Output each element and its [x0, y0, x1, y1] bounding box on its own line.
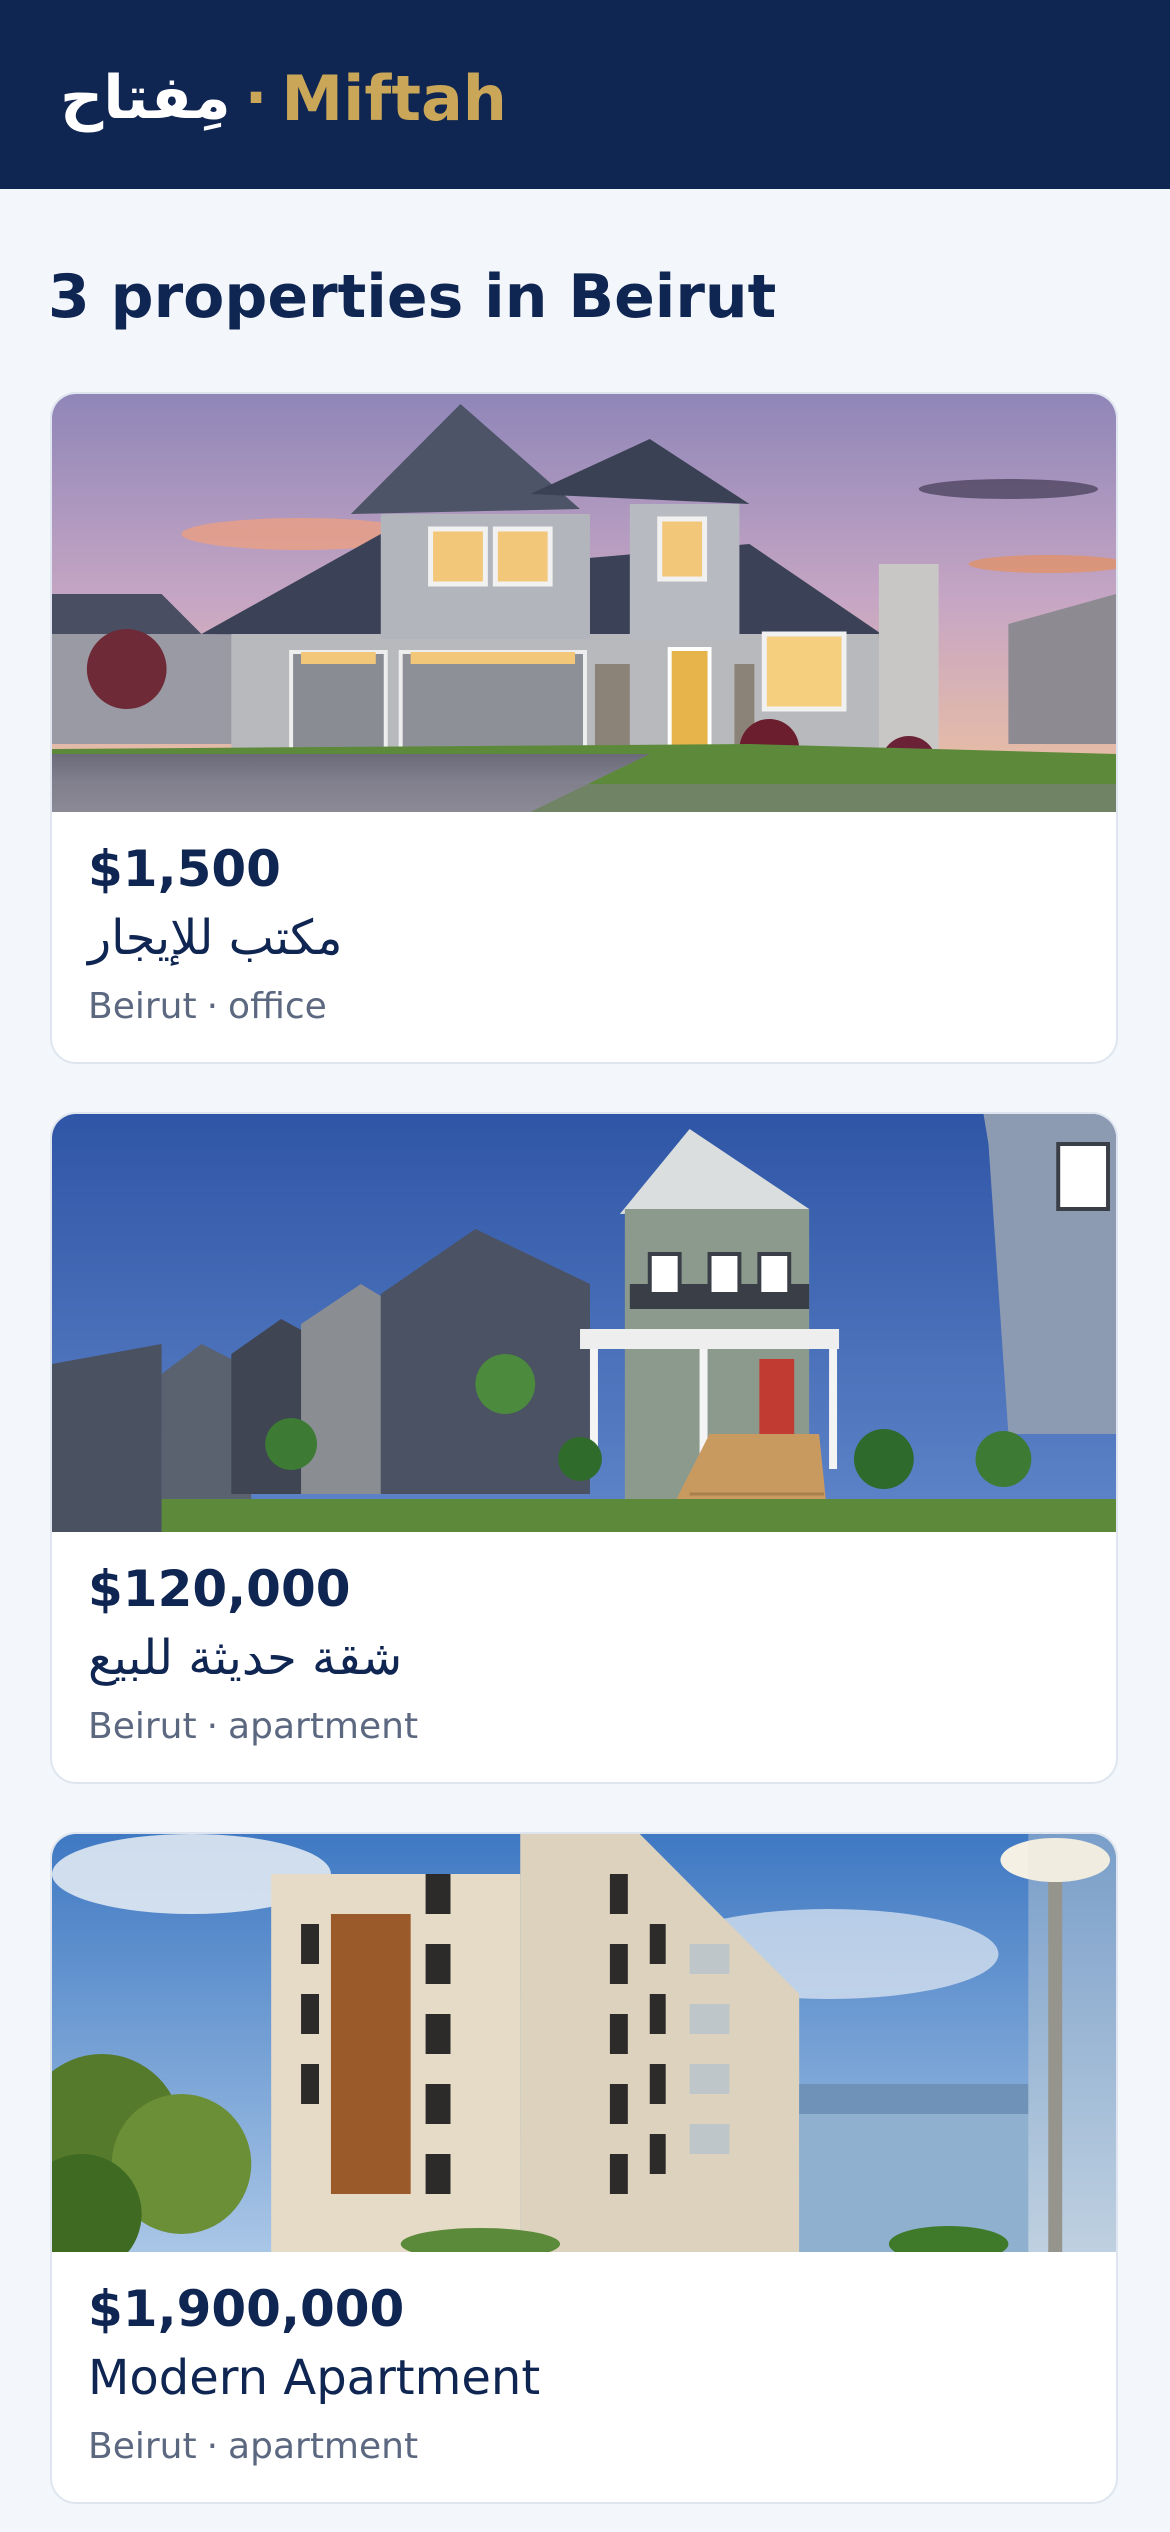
listing-title: Modern Apartment: [88, 2350, 541, 2406]
listing-type: apartment: [228, 2426, 419, 2467]
listing-card[interactable]: $1,900,000 Modern Apartment Beirut · apart…: [50, 1832, 1118, 2504]
meta-separator: ·: [206, 986, 219, 1027]
listing-price: $1,900,000: [88, 2280, 405, 2338]
listing-city: Beirut: [88, 986, 197, 1027]
listing-city: Beirut: [88, 1706, 197, 1747]
listing-card[interactable]: $120,000 شقة حديثة للبيع Beirut · apartmen…: [50, 1112, 1118, 1784]
listing-type: office: [228, 986, 327, 1027]
meta-separator: ·: [206, 1706, 219, 1747]
listing-photo-townhouses: [52, 1114, 1116, 1532]
app-header: مِفتاح · Miftah: [0, 0, 1170, 189]
listing-city: Beirut: [88, 2426, 197, 2467]
results-heading: 3 properties in Beirut: [48, 262, 777, 332]
listing-title: شقة حديثة للبيع: [88, 1630, 403, 1686]
listing-meta: Beirut · apartment: [88, 2426, 418, 2467]
logo-arabic-text: مِفتاح: [60, 63, 231, 133]
listing-price: $1,500: [88, 840, 281, 898]
listing-card[interactable]: $1,500 مكتب للإيجار Beirut · office: [50, 392, 1118, 1064]
logo-separator: ·: [244, 63, 268, 133]
listing-photo-apartment-building: [52, 1834, 1116, 2252]
listing-price: $120,000: [88, 1560, 351, 1618]
meta-separator: ·: [206, 2426, 219, 2467]
listing-meta: Beirut · apartment: [88, 1706, 418, 1747]
listing-title: مكتب للإيجار: [88, 910, 343, 966]
listing-photo-house: [52, 394, 1116, 812]
listing-meta: Beirut · office: [88, 986, 327, 1027]
app-logo[interactable]: مِفتاح · Miftah: [60, 58, 507, 138]
listing-type: apartment: [228, 1706, 419, 1747]
logo-latin-text: Miftah: [281, 61, 507, 135]
